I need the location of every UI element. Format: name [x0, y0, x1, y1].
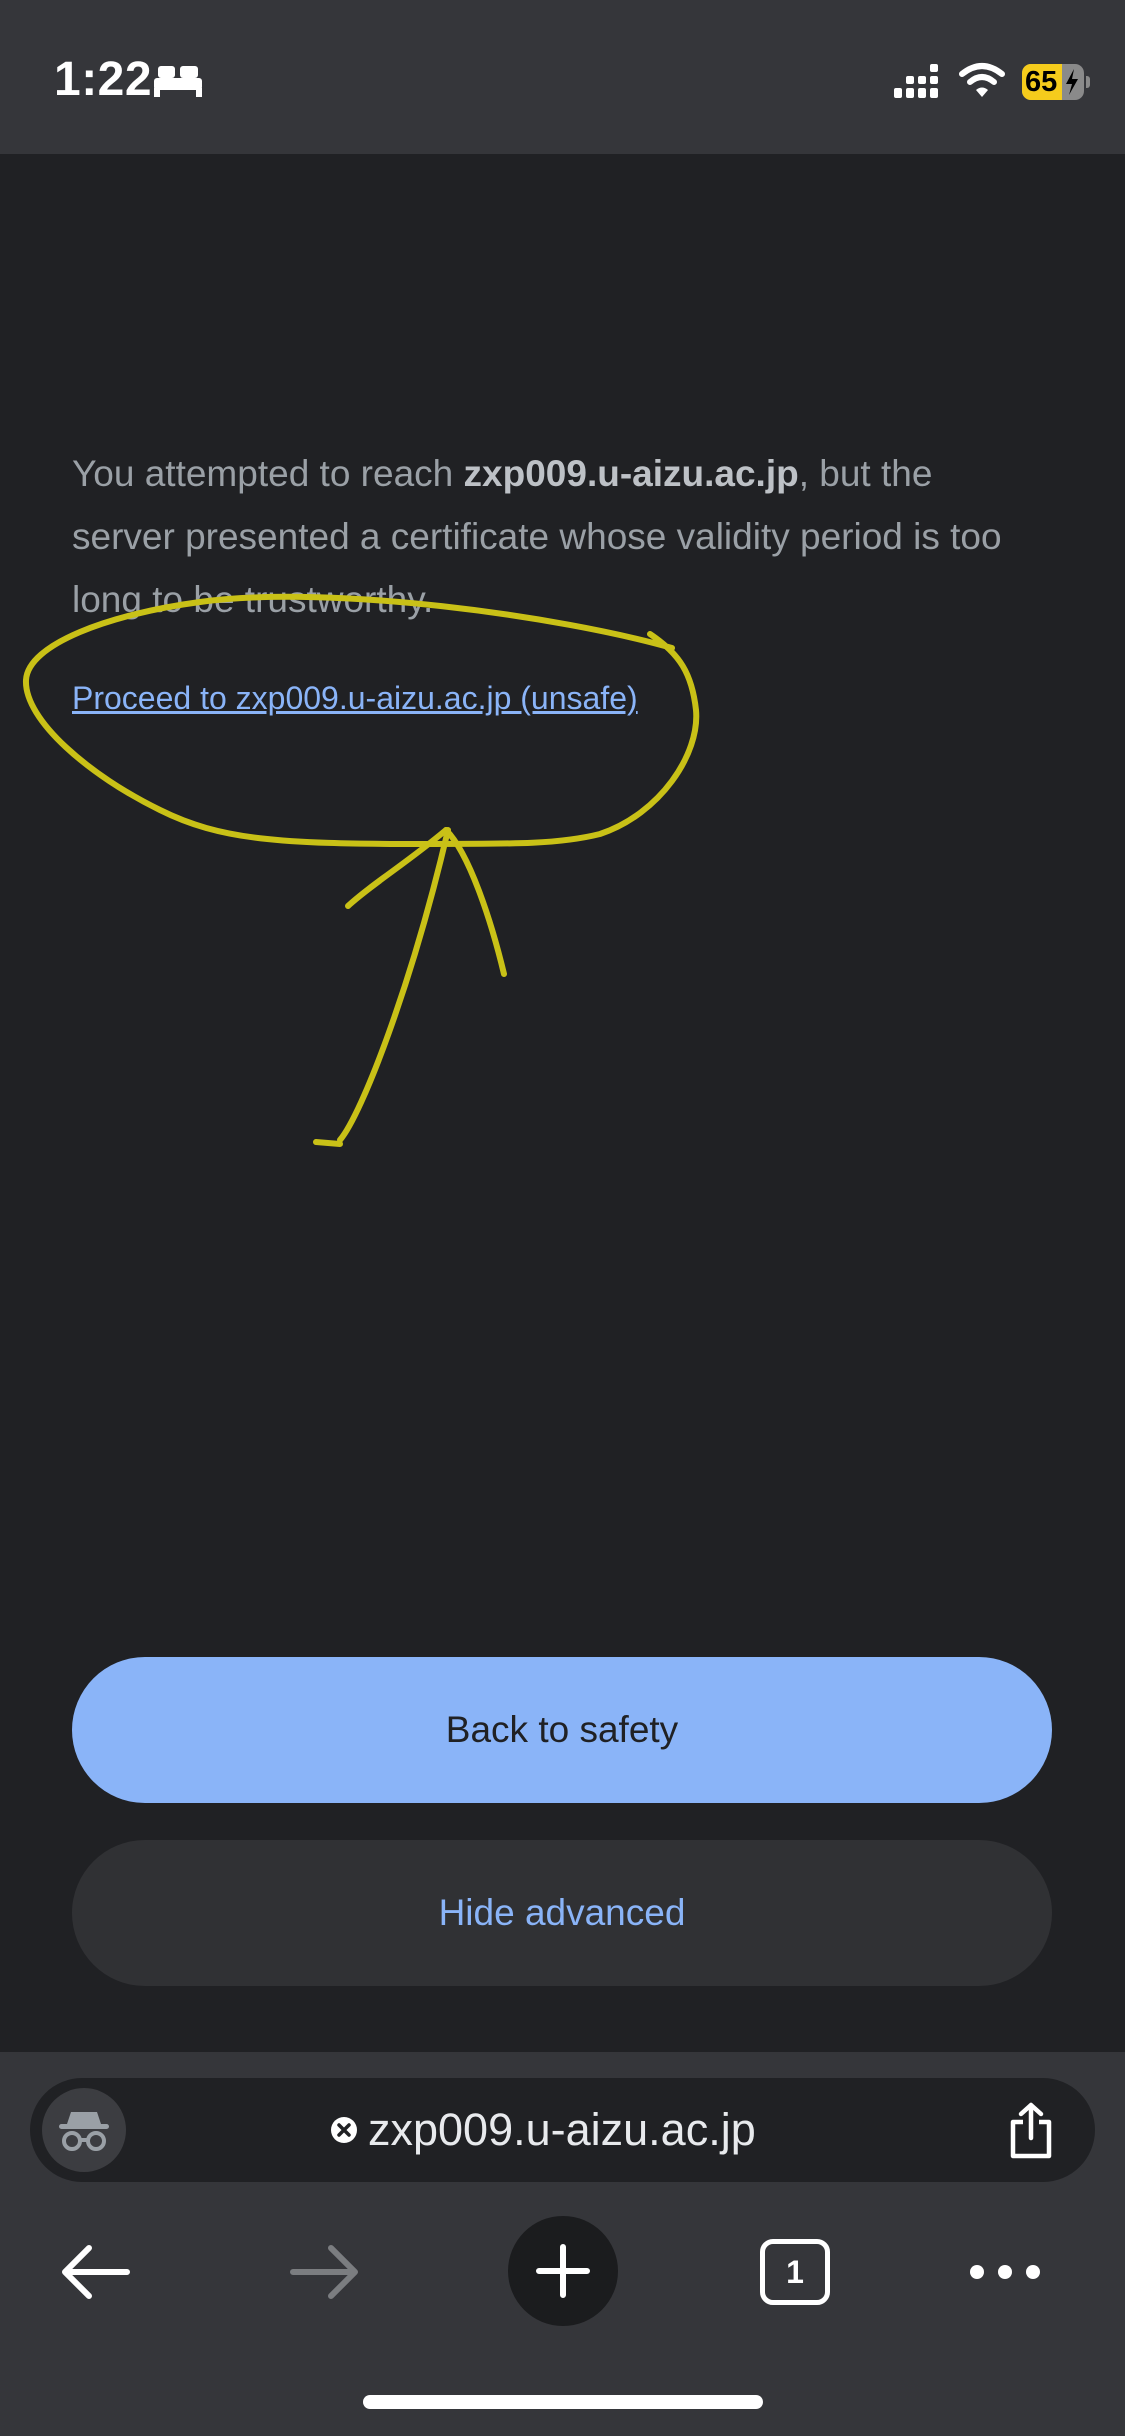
battery-percent: 65: [1025, 66, 1058, 98]
tab-switcher-icon[interactable]: 1: [740, 2212, 850, 2332]
proceed-unsafe-link[interactable]: Proceed to zxp009.u-aizu.ac.jp (unsafe): [72, 680, 638, 717]
bolt-icon: [1066, 69, 1078, 95]
not-secure-icon: [331, 2117, 357, 2143]
more-icon[interactable]: [960, 2212, 1050, 2332]
new-tab-button[interactable]: [508, 2216, 618, 2326]
back-arrow-icon[interactable]: [40, 2212, 150, 2332]
domain-name: zxp009.u-aizu.ac.jp: [463, 453, 799, 494]
annotation-arrow-shaft: [337, 827, 451, 1143]
annotation-arrow-base: [313, 1139, 343, 1147]
wifi-icon: [959, 63, 1005, 97]
home-indicator[interactable]: [363, 2395, 763, 2409]
navigation-row: 1: [0, 2212, 1125, 2332]
hide-advanced-button[interactable]: Hide advanced: [72, 1840, 1052, 1986]
plus-icon: [536, 2244, 590, 2298]
status-time: 1:22: [54, 53, 153, 106]
tab-count: 1: [760, 2239, 830, 2305]
forward-arrow-icon[interactable]: [270, 2212, 380, 2332]
bottom-toolbar: zxp009.u-aizu.ac.jp 1: [0, 2052, 1125, 2436]
annotation-arrow-head-right: [443, 827, 507, 977]
status-bar: 1:22 65: [0, 0, 1125, 154]
address-bar[interactable]: zxp009.u-aizu.ac.jp: [30, 2078, 1095, 2182]
cellular-signal-icon: [894, 64, 938, 98]
annotation-circle: [22, 593, 700, 847]
share-icon[interactable]: [1005, 2102, 1057, 2160]
ssl-interstitial: You attempted to reach zxp009.u-aizu.ac.…: [0, 154, 1125, 2052]
annotation-arrow-head-left: [345, 827, 449, 909]
back-to-safety-button[interactable]: Back to safety: [72, 1657, 1052, 1803]
bed-icon: [154, 66, 202, 97]
error-explanation: You attempted to reach zxp009.u-aizu.ac.…: [72, 453, 1002, 620]
battery-charging-icon: 65: [1022, 64, 1090, 100]
incognito-icon[interactable]: [42, 2088, 126, 2172]
url-text: zxp009.u-aizu.ac.jp: [368, 2104, 756, 2155]
